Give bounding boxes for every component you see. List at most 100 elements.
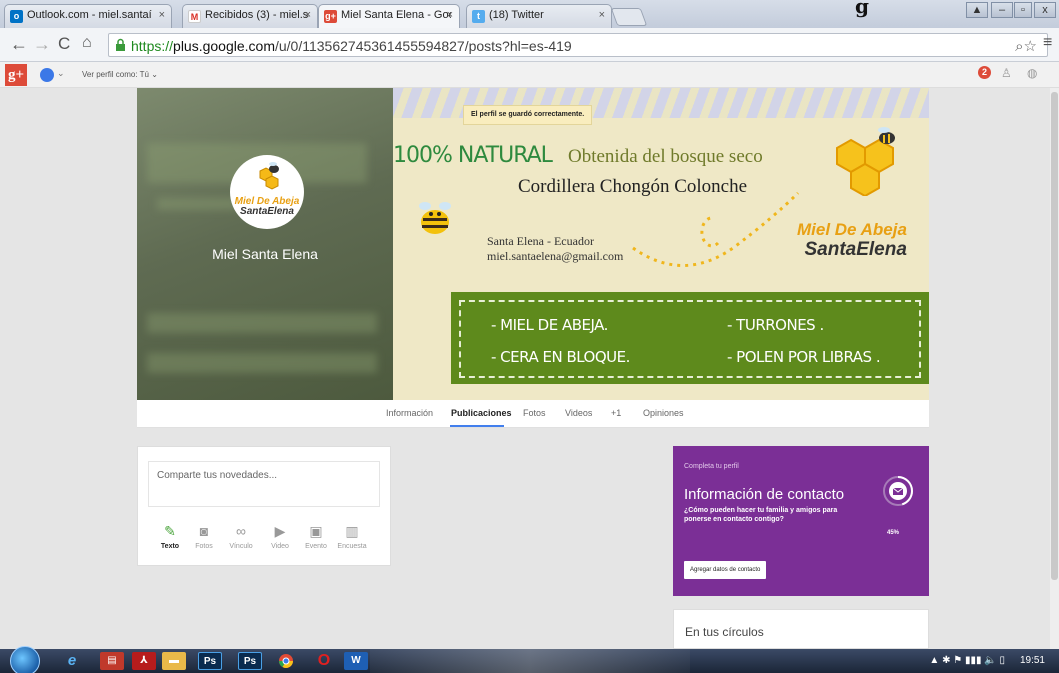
- internet-explorer-icon[interactable]: e: [60, 652, 84, 670]
- taskbar-clock: 19:51: [1019, 655, 1045, 666]
- taskbar-thumbnail: [370, 649, 690, 673]
- address-bar[interactable]: https://plus.google.com/u/0/113562745361…: [108, 33, 1048, 57]
- tab-plus-one[interactable]: +1: [611, 408, 621, 418]
- minimize-button[interactable]: –: [991, 2, 1013, 18]
- browser-tab-googleplus[interactable]: g+ Miel Santa Elena - Google ×: [318, 4, 460, 28]
- tab-informacion[interactable]: Información: [386, 408, 433, 418]
- outlook-icon: o: [10, 10, 23, 23]
- chrome-icon[interactable]: [274, 652, 298, 670]
- share-input[interactable]: Comparte tus novedades...: [148, 461, 380, 507]
- tab-publicaciones[interactable]: Publicaciones: [451, 408, 512, 418]
- google-plus-icon: g+: [324, 10, 337, 23]
- reload-icon[interactable]: C: [58, 34, 70, 54]
- product-item: - TURRONES .: [727, 316, 824, 334]
- back-arrow-icon[interactable]: ←: [10, 34, 28, 55]
- card-kicker: Completa tu perfil: [684, 463, 739, 470]
- avatar-brand-text: Miel De Abeja SantaElena: [234, 196, 300, 217]
- chevron-down-icon[interactable]: ⌄: [57, 68, 65, 79]
- star-icon[interactable]: ☆: [1024, 38, 1037, 55]
- camera-icon: ◙: [199, 523, 209, 539]
- add-contact-button[interactable]: Agregar datos de contacto: [684, 561, 767, 579]
- share-photos-button[interactable]: ◙ Fotos: [186, 523, 222, 550]
- omnibox-actions: ⌕☆: [1015, 37, 1037, 55]
- cover-left-panel: Miel De Abeja SantaElena Miel Santa Elen…: [137, 88, 393, 400]
- windows-start-button[interactable]: [10, 646, 40, 673]
- share-action-label: Video: [271, 543, 289, 550]
- close-icon[interactable]: ×: [159, 9, 165, 21]
- tab-fotos[interactable]: Fotos: [523, 408, 546, 418]
- view-profile-as[interactable]: Ver perfil como: Tú ⌄: [82, 70, 158, 79]
- page-scrollbar[interactable]: [1050, 88, 1059, 649]
- share-box: Comparte tus novedades... ✎ Texto ◙ Foto…: [137, 446, 391, 566]
- user-icon[interactable]: ▲: [966, 2, 988, 18]
- envelope-progress-icon: [883, 476, 913, 506]
- honeycomb-bee-icon: [836, 127, 895, 196]
- product-item: - POLEN POR LIBRAS .: [727, 348, 881, 366]
- window-title-fragment: g: [855, 0, 869, 18]
- share-poll-button[interactable]: ▥ Encuesta: [334, 523, 370, 550]
- google-plus-logo[interactable]: g+: [5, 64, 27, 86]
- flight-path-dashes: [632, 191, 800, 267]
- link-icon: ∞: [236, 523, 246, 539]
- card-title: Información de contacto: [684, 486, 845, 503]
- close-icon[interactable]: ×: [599, 9, 605, 21]
- maximize-button[interactable]: ▫: [1014, 2, 1032, 18]
- share-link-button[interactable]: ∞ Vínculo: [223, 523, 259, 550]
- word-icon[interactable]: W: [344, 652, 368, 670]
- share-action-label: Fotos: [195, 543, 213, 550]
- profile-name: Miel Santa Elena: [212, 246, 318, 262]
- folder-icon[interactable]: ▬: [162, 652, 186, 670]
- home-icon[interactable]: ⌂: [82, 34, 92, 52]
- products-frame: [459, 300, 921, 378]
- avatar[interactable]: Miel De Abeja SantaElena: [230, 155, 304, 229]
- bee-mascot-icon: [419, 202, 451, 234]
- in-circles-title: En tus círculos: [685, 625, 764, 639]
- photoshop-icon[interactable]: Ps: [238, 652, 262, 670]
- browser-tab-label: Miel Santa Elena - Google: [341, 9, 451, 21]
- google-plus-bar: g+ ⌄ Ver perfil como: Tú ⌄ 2 ♙ ◍: [0, 62, 1059, 88]
- share-video-button[interactable]: ▶ Video: [262, 523, 298, 550]
- in-circles-card: En tus círculos: [673, 609, 929, 649]
- progress-percent: 45%: [887, 530, 900, 536]
- profile-tabs: Información Publicaciones Fotos Videos +…: [137, 400, 929, 428]
- tab-videos[interactable]: Videos: [565, 408, 592, 418]
- browser-tab-label: Recibidos (3) - miel.santac: [205, 9, 309, 21]
- product-item: - MIEL DE ABEJA.: [491, 316, 608, 334]
- share-action-label: Texto: [160, 543, 180, 550]
- notifications-badge[interactable]: 2: [978, 66, 991, 79]
- close-icon[interactable]: ×: [447, 9, 453, 21]
- share-icon[interactable]: ♙: [1001, 66, 1012, 80]
- photoshop-icon[interactable]: Ps: [198, 652, 222, 670]
- pdf-tool-icon[interactable]: ▤: [100, 652, 124, 670]
- browser-tab-outlook[interactable]: o Outlook.com - miel.santaí ×: [4, 4, 172, 28]
- hangouts-icon[interactable]: ◍: [1027, 66, 1037, 80]
- windows-taskbar: e ▤ ⅄ ▬ Ps Ps O W ▲ ✱ ⚑ ▮▮▮ 🔈 ▯ 19:51: [0, 646, 1059, 673]
- profile-switcher-icon[interactable]: [40, 68, 54, 82]
- close-window-button[interactable]: x: [1034, 2, 1056, 18]
- products-box: - MIEL DE ABEJA. - TURRONES . - CERA EN …: [451, 292, 929, 384]
- close-icon[interactable]: ×: [305, 9, 311, 21]
- forward-arrow-icon[interactable]: →: [33, 34, 51, 55]
- pencil-icon: ✎: [164, 523, 176, 539]
- browser-tab-gmail[interactable]: M Recibidos (3) - miel.santac ×: [182, 4, 318, 28]
- card-description: ¿Cómo pueden hacer tu familia y amigos p…: [684, 507, 838, 523]
- menu-icon[interactable]: ≡: [1043, 34, 1052, 52]
- browser-toolbar: ← → C ⌂ https://plus.google.com/u/0/1135…: [0, 28, 1059, 62]
- share-action-label: Vínculo: [229, 543, 253, 550]
- share-text-button[interactable]: ✎ Texto: [152, 523, 188, 550]
- share-action-label: Evento: [305, 543, 327, 550]
- acrobat-icon[interactable]: ⅄: [132, 652, 156, 670]
- tab-opiniones[interactable]: Opiniones: [643, 408, 684, 418]
- share-event-button[interactable]: ▣ Evento: [298, 523, 334, 550]
- product-item: - CERA EN BLOQUE.: [491, 348, 630, 366]
- system-tray[interactable]: ▲ ✱ ⚑ ▮▮▮ 🔈 ▯: [929, 655, 1005, 666]
- twitter-icon: t: [472, 10, 485, 23]
- opera-icon[interactable]: O: [312, 652, 336, 670]
- zoom-icon[interactable]: ⌕: [1015, 38, 1023, 55]
- new-tab-button[interactable]: [610, 8, 648, 26]
- scrollbar-thumb[interactable]: [1051, 92, 1058, 580]
- share-action-label: Encuesta: [337, 543, 367, 550]
- banner-contact: Santa Elena - Ecuador miel.santaelena@gm…: [487, 234, 623, 264]
- status-toast: El perfil se guardó correctamente.: [463, 105, 593, 125]
- browser-tab-twitter[interactable]: t (18) Twitter ×: [466, 4, 612, 28]
